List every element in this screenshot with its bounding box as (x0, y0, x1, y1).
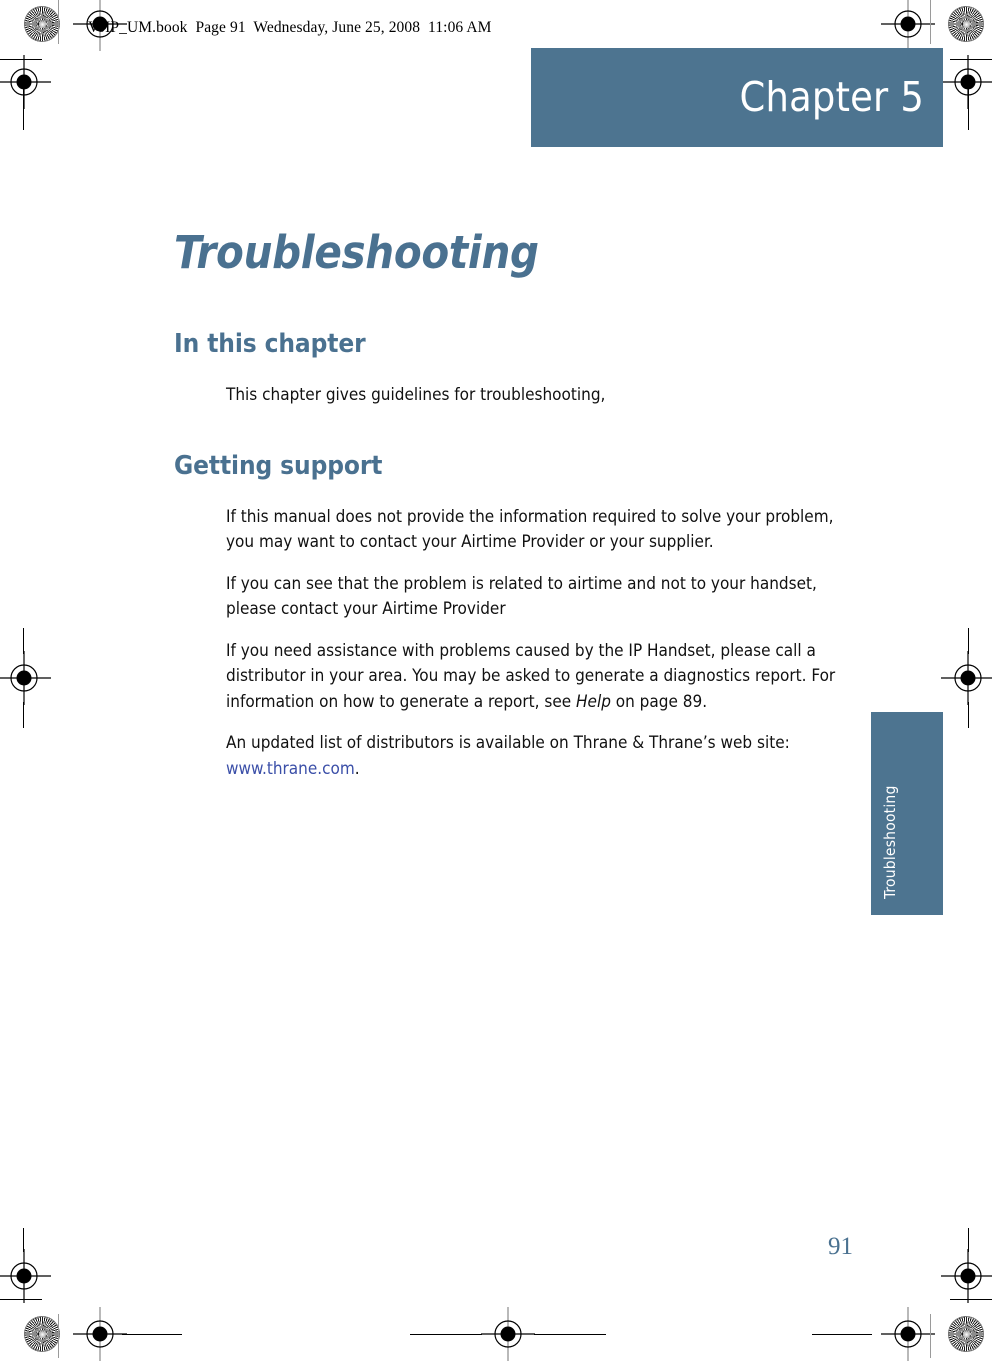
trim-line-left-middle-lower (23, 702, 24, 728)
trim-line-right-middle-lower (968, 702, 969, 728)
registration-star-top-right (948, 6, 984, 42)
trim-line-bottom-center-left (410, 1334, 482, 1335)
section-heading-in-this-chapter: In this chapter (174, 329, 366, 359)
paragraph-distributor-list: An updated list of distributors is avail… (226, 715, 851, 782)
page-title: Troubleshooting (174, 226, 539, 280)
section-in-this-chapter: In this chapter This chapter gives guide… (174, 330, 874, 408)
registration-crosshair-right-middle (941, 651, 992, 705)
paragraph-distributor-text-before: If you need assistance with problems cau… (226, 640, 836, 712)
trim-line-left-middle-upper (23, 628, 24, 654)
trim-line-top-right-vertical (930, 0, 931, 44)
registration-star-bottom-right (948, 1316, 984, 1352)
trim-line-right-upper (968, 82, 969, 130)
trim-line-bottom-center-right (534, 1334, 606, 1335)
section-getting-support: Getting support If this manual does not … (174, 452, 874, 782)
registration-crosshair-left-top (0, 55, 51, 109)
registration-crosshair-bottom-right-inner (881, 1307, 935, 1361)
registration-crosshair-bottom-center (481, 1307, 535, 1361)
page-number: 91 (828, 1233, 853, 1260)
paragraph-manual-info: If this manual does not provide the info… (226, 506, 834, 553)
trim-line-top-left-horizontal (0, 59, 42, 60)
registration-crosshair-bottom-left-inner (73, 1307, 127, 1361)
trim-line-bottom-right-vertical (930, 1314, 931, 1358)
page-content: In this chapter This chapter gives guide… (174, 330, 874, 782)
trim-line-top-right-horizontal (950, 59, 992, 60)
registration-crosshair-top-right (881, 0, 935, 51)
registration-crosshair-right-top (941, 55, 992, 109)
paragraph-website-text-before: An updated list of distributors is avail… (226, 733, 790, 754)
registration-crosshair-left-middle (0, 651, 51, 705)
thrane-website-link[interactable]: www.thrane.com (226, 759, 355, 779)
trim-line-right-middle-upper (968, 628, 969, 654)
trim-line-bottom-left-horizontal (0, 1299, 42, 1300)
paragraph-airtime-provider: If you can see that the problem is relat… (226, 573, 817, 620)
paragraph-distributor-text-after: on page 89. (610, 691, 708, 712)
trim-line-right-lower (968, 1228, 969, 1252)
chapter-banner: Chapter 5 (531, 48, 943, 147)
trim-line-left-upper (23, 82, 24, 130)
chapter-side-tab-label: Troubleshooting (881, 785, 899, 899)
registration-crosshair-left-bottom (0, 1249, 51, 1303)
chapter-side-tab: Troubleshooting (871, 712, 943, 915)
trim-line-left-lower (23, 1228, 24, 1252)
paragraph-chapter-intro: This chapter gives guidelines for troubl… (226, 384, 606, 405)
chapter-banner-label: Chapter 5 (739, 72, 924, 121)
registration-crosshair-right-bottom (941, 1249, 992, 1303)
section-heading-getting-support: Getting support (174, 451, 383, 482)
trim-line-bottom-left-extend (122, 1334, 182, 1335)
trim-line-bottom-right-extend (812, 1334, 872, 1335)
registration-star-bottom-left (24, 1316, 60, 1352)
registration-star-top-left (24, 6, 60, 42)
paragraph-distributor-assistance: If you need assistance with problems cau… (226, 623, 851, 716)
paragraph-website-text-after: . (354, 758, 360, 779)
trim-line-bottom-right-horizontal (950, 1299, 992, 1300)
print-header-text: VoIP_UM.book Page 91 Wednesday, June 25,… (88, 19, 492, 36)
cross-reference-help: Help (576, 691, 611, 712)
trim-line-top-left-vertical (58, 0, 59, 44)
trim-line-bottom-left-vertical (58, 1314, 59, 1358)
